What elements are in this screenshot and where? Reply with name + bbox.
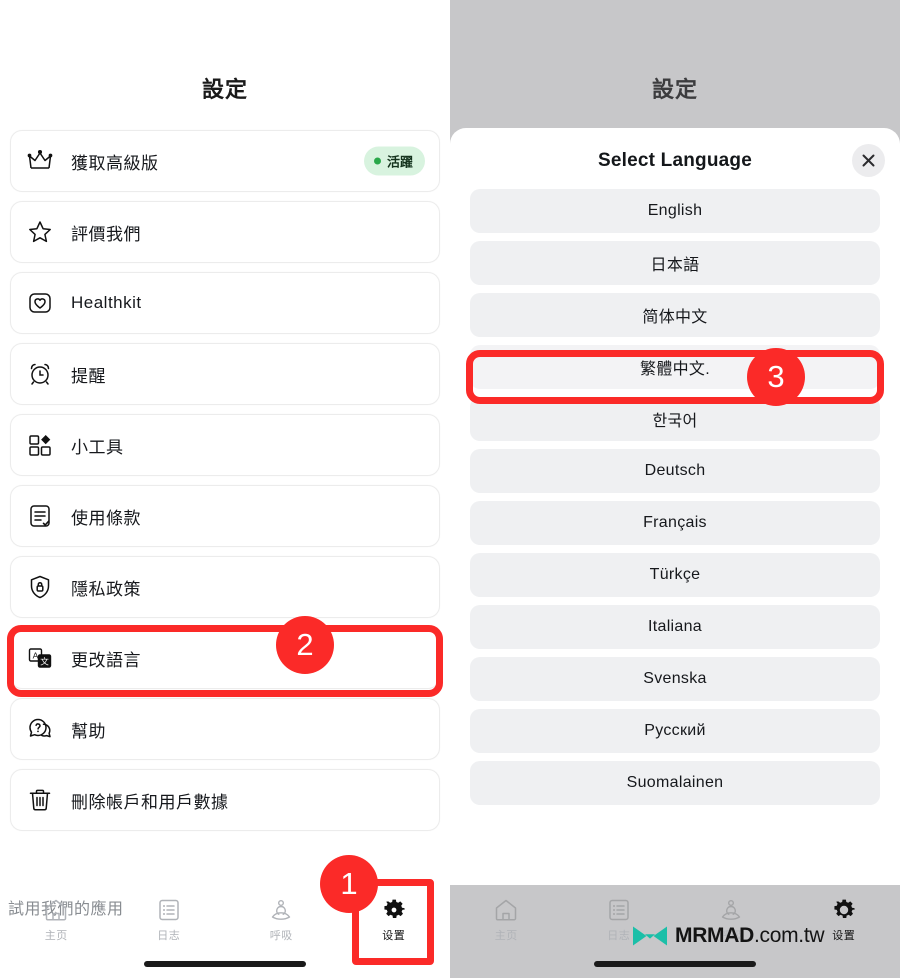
settings-row-label: 隱私政策 — [71, 579, 141, 599]
language-option[interactable]: Русский — [470, 709, 880, 753]
journal-icon — [606, 897, 632, 923]
language-option[interactable]: 简体中文 — [470, 293, 880, 337]
settings-row-privacy[interactable]: 隱私政策 — [10, 556, 440, 618]
settings-row-label: 提醒 — [71, 366, 106, 386]
sheet-title: Select Language — [598, 149, 752, 171]
tab-breathe[interactable]: 呼吸 — [225, 897, 338, 943]
breathe-icon — [718, 897, 744, 923]
watermark-brand: MRMAD — [675, 924, 754, 947]
gear-icon — [831, 897, 857, 923]
bottom-tab-bar: 主页 日志 呼吸 设置 — [0, 885, 450, 978]
select-language-sheet: Select Language English 日本語 简体中文 繁體中文. 한… — [450, 128, 900, 896]
terms-document-icon — [25, 501, 55, 531]
settings-row-healthkit[interactable]: Healthkit — [10, 272, 440, 334]
trash-icon — [25, 785, 55, 815]
language-option-selected[interactable]: 繁體中文. — [470, 345, 880, 389]
tab-label: 设置 — [382, 930, 406, 942]
settings-row-label: Healthkit — [71, 293, 142, 312]
healthkit-heart-icon — [25, 288, 55, 318]
tab-label: 设置 — [832, 930, 856, 942]
translate-icon: A 文 — [25, 643, 55, 673]
tab-label: 主页 — [44, 930, 68, 942]
svg-text:A: A — [33, 650, 39, 660]
language-option[interactable]: Italiana — [470, 605, 880, 649]
settings-row-premium[interactable]: 獲取高級版 活躍 — [10, 130, 440, 192]
settings-row-help[interactable]: 幫助 — [10, 698, 440, 760]
tab-label: 日志 — [157, 930, 181, 942]
shield-lock-icon — [25, 572, 55, 602]
language-option[interactable]: 한국어 — [470, 397, 880, 441]
settings-row-delete-account[interactable]: 刪除帳戶和用戶數據 — [10, 769, 440, 831]
settings-row-label: 小工具 — [71, 437, 124, 457]
language-option[interactable]: Deutsch — [470, 449, 880, 493]
step-badge-3: 3 — [747, 348, 805, 406]
gear-icon — [381, 897, 407, 923]
settings-row-rate-us[interactable]: 評價我們 — [10, 201, 440, 263]
home-indicator — [594, 961, 756, 967]
tab-label: 呼吸 — [269, 930, 293, 942]
watermark-suffix: .com.tw — [753, 924, 825, 947]
watermark-text: MRMAD.com.tw — [675, 924, 825, 948]
settings-row-widgets[interactable]: 小工具 — [10, 414, 440, 476]
svg-text:文: 文 — [40, 655, 49, 666]
home-icon — [493, 897, 519, 923]
settings-list: 獲取高級版 活躍 評價我們 Healthkit 提醒 小工具 使用條款 隱私政策… — [10, 130, 440, 840]
watermark: MRMAD.com.tw — [632, 923, 825, 949]
language-picker-screen: 設定 Select Language English 日本語 简体中文 繁體中文… — [450, 0, 900, 978]
language-option[interactable]: Suomalainen — [470, 761, 880, 805]
journal-icon — [156, 897, 182, 923]
crown-icon — [25, 146, 55, 176]
page-title: 設定 — [201, 77, 248, 102]
mrmad-logo-icon — [632, 923, 668, 949]
tab-label: 日志 — [607, 930, 631, 942]
language-option[interactable]: 日本語 — [470, 241, 880, 285]
settings-row-label: 評價我們 — [71, 224, 141, 244]
tab-label: 主页 — [494, 930, 518, 942]
settings-row-label: 刪除帳戶和用戶數據 — [71, 792, 229, 812]
tab-home[interactable]: 主页 — [450, 897, 563, 943]
widgets-icon — [25, 430, 55, 460]
tab-journal[interactable]: 日志 — [113, 897, 226, 943]
settings-row-label: 使用條款 — [71, 508, 141, 528]
step-badge-1: 1 — [320, 855, 378, 913]
status-badge-label: 活躍 — [386, 154, 413, 170]
status-badge: 活躍 — [363, 146, 425, 176]
home-indicator — [144, 961, 306, 967]
step-badge-2: 2 — [276, 616, 334, 674]
settings-row-terms[interactable]: 使用條款 — [10, 485, 440, 547]
status-dot-icon — [373, 157, 381, 165]
page-title-dimmed: 設定 — [651, 77, 698, 102]
language-option[interactable]: Türkçe — [470, 553, 880, 597]
settings-row-change-language[interactable]: A 文 更改語言 — [10, 627, 440, 689]
tab-home[interactable]: 主页 — [0, 897, 113, 943]
alarm-clock-icon — [25, 359, 55, 389]
language-option[interactable]: Français — [470, 501, 880, 545]
breathe-icon — [268, 897, 294, 923]
language-option[interactable]: English — [470, 189, 880, 233]
settings-screen: 設定 獲取高級版 活躍 評價我們 Healthkit 提醒 小工具 使用條款 隱… — [0, 0, 450, 978]
home-icon — [43, 897, 69, 923]
sheet-header: Select Language — [450, 128, 900, 193]
star-icon — [25, 217, 55, 247]
language-list: English 日本語 简体中文 繁體中文. 한국어 Deutsch Franç… — [470, 189, 880, 813]
settings-row-label: 獲取高級版 — [71, 153, 159, 173]
settings-row-label: 更改語言 — [71, 650, 141, 670]
settings-row-label: 幫助 — [71, 721, 106, 741]
language-option[interactable]: Svenska — [470, 657, 880, 701]
close-icon[interactable] — [852, 144, 885, 177]
help-question-icon — [25, 714, 55, 744]
settings-row-reminders[interactable]: 提醒 — [10, 343, 440, 405]
tutorial-screenshot-pair: 設定 獲取高級版 活躍 評價我們 Healthkit 提醒 小工具 使用條款 隱… — [0, 0, 900, 978]
